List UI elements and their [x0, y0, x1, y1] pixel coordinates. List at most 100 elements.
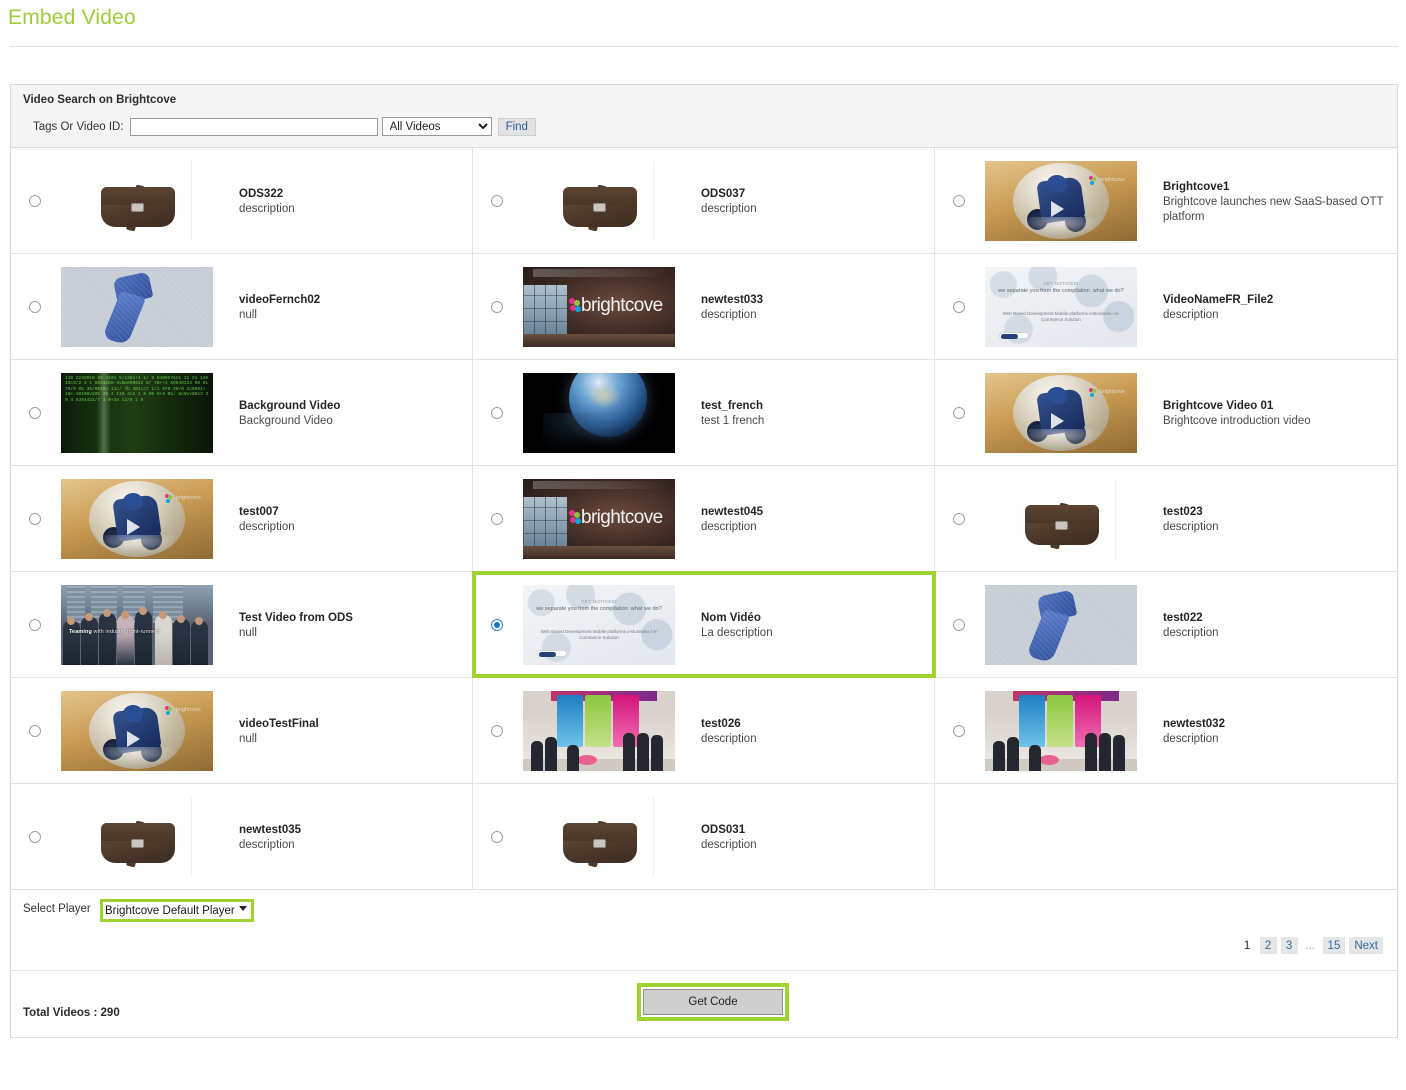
video-thumbnail[interactable]: brightcove: [985, 161, 1137, 241]
video-cell[interactable]: test023description: [935, 466, 1397, 571]
video-cell[interactable]: 110 2233010 02 4101 5/1361+4 1/ 9 640057…: [11, 360, 473, 465]
video-select-radio[interactable]: [29, 725, 41, 737]
video-thumbnail[interactable]: [985, 479, 1137, 559]
video-select-radio[interactable]: [953, 407, 965, 419]
video-description: description: [1163, 308, 1273, 323]
video-thumbnail[interactable]: brightcove: [61, 479, 213, 559]
video-thumbnail[interactable]: [61, 797, 213, 877]
search-row: Tags Or Video ID: All Videos Find: [23, 117, 1385, 136]
video-thumbnail[interactable]: 110 2233010 02 4101 5/1361+4 1/ 9 640057…: [61, 373, 213, 453]
find-button[interactable]: Find: [498, 118, 536, 136]
video-cell[interactable]: test_frenchtest 1 french: [473, 360, 935, 465]
search-label: Tags Or Video ID:: [33, 121, 124, 133]
video-cell[interactable]: ODS037description: [473, 148, 935, 253]
video-thumbnail[interactable]: brightcove: [61, 691, 213, 771]
video-thumbnail[interactable]: [523, 161, 675, 241]
video-select-radio[interactable]: [29, 195, 41, 207]
video-meta: newtest032description: [1163, 714, 1225, 747]
video-filter-select[interactable]: All Videos: [382, 117, 492, 136]
video-select-radio[interactable]: [953, 301, 965, 313]
table-row: brightcove videoTestFinalnull test026des…: [11, 678, 1397, 784]
video-thumbnail[interactable]: [985, 691, 1137, 771]
video-results-grid: ODS322description ODS037description brig…: [11, 148, 1397, 889]
video-select-radio[interactable]: [491, 725, 503, 737]
video-description: null: [239, 732, 319, 747]
video-meta: Brightcove Video 01Brightcove introducti…: [1163, 396, 1311, 429]
video-select-radio[interactable]: [491, 407, 503, 419]
video-thumbnail[interactable]: [523, 691, 675, 771]
video-select-radio[interactable]: [491, 513, 503, 525]
video-description: description: [701, 732, 757, 747]
video-meta: newtest033description: [701, 290, 763, 323]
video-name: ODS031: [701, 824, 745, 836]
video-thumbnail[interactable]: [523, 373, 675, 453]
video-cell[interactable]: brightcove videoTestFinalnull: [11, 678, 473, 783]
video-select-radio[interactable]: [491, 831, 503, 843]
brightcove-lobby-thumbnail-art: brightcove: [523, 479, 675, 559]
video-cell[interactable]: brightcove Brightcove1Brightcove launche…: [935, 148, 1397, 253]
video-thumbnail[interactable]: [61, 161, 213, 241]
video-thumbnail[interactable]: [985, 585, 1137, 665]
get-code-button[interactable]: Get Code: [643, 989, 783, 1015]
embed-video-page: Embed Video Video Search on Brightcove T…: [0, 0, 1406, 1090]
page-last[interactable]: 15: [1323, 937, 1346, 954]
video-cell[interactable]: ODS031 description: [473, 784, 935, 889]
video-thumbnail[interactable]: [61, 267, 213, 347]
business-crowd-thumbnail-art: Teaming with industry front-runners: [61, 585, 213, 665]
total-videos-label: Total Videos : 290: [23, 1007, 120, 1019]
page-next[interactable]: Next: [1349, 937, 1383, 954]
page-3[interactable]: 3: [1281, 937, 1298, 954]
video-cell[interactable]: GET NOTICED! we separate you from the co…: [473, 572, 935, 677]
video-thumbnail[interactable]: GET NOTICED! we separate you from the co…: [985, 267, 1137, 347]
search-input[interactable]: [130, 118, 378, 136]
search-band: Video Search on Brightcove Tags Or Video…: [11, 85, 1397, 148]
video-cell[interactable]: test026description: [473, 678, 935, 783]
video-meta: Nom VidéoLa description: [701, 608, 773, 641]
get-code-highlight: Get Code: [637, 983, 789, 1021]
video-cell[interactable]: ODS322description: [11, 148, 473, 253]
video-thumbnail[interactable]: [523, 797, 675, 877]
video-cell[interactable]: test022description: [935, 572, 1397, 677]
video-select-radio[interactable]: [29, 831, 41, 843]
video-select-radio[interactable]: [953, 725, 965, 737]
footer-band: Total Videos : 290 Get Code: [11, 971, 1397, 1037]
video-thumbnail[interactable]: brightcove: [985, 373, 1137, 453]
video-cell[interactable]: brightcove newtest033description: [473, 254, 935, 359]
video-thumbnail[interactable]: Teaming with industry front-runners: [61, 585, 213, 665]
video-select-radio[interactable]: [491, 301, 503, 313]
video-name: videoFernch02: [239, 294, 320, 306]
video-cell[interactable]: GET NOTICED! we separate you from the co…: [935, 254, 1397, 359]
video-select-radio[interactable]: [953, 513, 965, 525]
video-select-radio[interactable]: [953, 619, 965, 631]
video-cell[interactable]: newtest032description: [935, 678, 1397, 783]
video-thumbnail[interactable]: brightcove: [523, 479, 675, 559]
video-description: description: [701, 838, 757, 853]
video-name: newtest045: [701, 506, 763, 518]
video-meta: ODS031 description: [701, 820, 757, 853]
video-cell[interactable]: newtest035description: [11, 784, 473, 889]
video-thumbnail[interactable]: GET NOTICED! we separate you from the co…: [523, 585, 675, 665]
player-select-highlight: Brightcove Default Player: [100, 899, 254, 922]
video-cell[interactable]: videoFernch02null: [11, 254, 473, 359]
video-cell[interactable]: brightcove newtest045 description: [473, 466, 935, 571]
video-thumbnail[interactable]: brightcove: [523, 267, 675, 347]
video-cell[interactable]: Teaming with industry front-runners Test …: [11, 572, 473, 677]
page-2[interactable]: 2: [1260, 937, 1277, 954]
video-select-radio[interactable]: [29, 619, 41, 631]
video-cell[interactable]: brightcove test007description: [11, 466, 473, 571]
video-select-radio[interactable]: [953, 195, 965, 207]
table-row: newtest035description ODS031 description: [11, 784, 1397, 889]
video-description: description: [701, 520, 763, 535]
pagination-band: 1 2 3 ... 15 Next: [11, 931, 1397, 971]
video-select-radio[interactable]: [29, 407, 41, 419]
video-select-radio[interactable]: [29, 513, 41, 525]
video-select-radio[interactable]: [491, 619, 503, 631]
video-cell[interactable]: brightcove Brightcove Video 01Brightcove…: [935, 360, 1397, 465]
video-select-radio[interactable]: [29, 301, 41, 313]
player-select[interactable]: Brightcove Default Player: [103, 902, 251, 919]
page-current[interactable]: 1: [1239, 937, 1256, 954]
video-name: test_french: [701, 400, 763, 412]
video-meta: Test Video from ODSnull: [239, 608, 353, 641]
video-select-radio[interactable]: [491, 195, 503, 207]
atv-thumbnail-art: brightcove: [985, 161, 1137, 241]
